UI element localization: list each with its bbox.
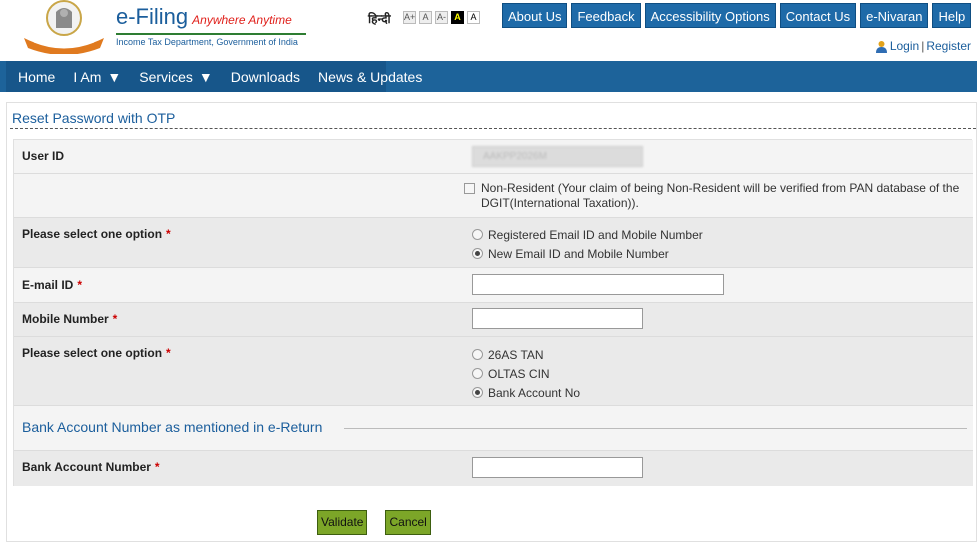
email-label-text: E-mail ID	[22, 278, 74, 292]
mobile-label-text: Mobile Number	[22, 312, 109, 326]
user-id-label: User ID	[22, 149, 65, 163]
page-title: Reset Password with OTP	[12, 110, 176, 126]
bank-section-divider	[344, 428, 967, 429]
required-marker: *	[112, 312, 118, 326]
nav-news-updates-label: News & Updates	[318, 68, 423, 85]
bank-section-row: Bank Account Number as mentioned in e-Re…	[14, 406, 973, 451]
help-link[interactable]: Help	[932, 3, 972, 28]
oltas-cin-label: OLTAS CIN	[488, 366, 550, 381]
bank-account-option-label: Bank Account No	[488, 385, 581, 400]
validation-option-label: Please select one option *	[22, 346, 171, 360]
required-marker: *	[166, 346, 171, 360]
email-label: E-mail ID *	[22, 278, 82, 292]
login-register-area: Login | Register	[875, 39, 971, 53]
oltas-cin-radio[interactable]	[472, 368, 483, 379]
main-navigation-menu: Home I Am ▼ Services ▼ Downloads News & Up…	[6, 61, 422, 92]
tan-radio[interactable]	[472, 349, 483, 360]
nav-home-label: Home	[18, 68, 56, 85]
user-id-field: AAKPP2026M	[472, 146, 643, 167]
required-marker: *	[77, 278, 83, 292]
high-contrast-button[interactable]: A	[451, 11, 464, 24]
user-icon	[875, 40, 887, 53]
brand-tagline: Anywhere Anytime	[192, 13, 292, 27]
about-us-link[interactable]: About Us	[502, 3, 568, 28]
accessibility-options-link[interactable]: Accessibility Options	[644, 3, 776, 28]
email-row: E-mail ID *	[14, 268, 973, 303]
validation-option-label-text: Please select one option	[22, 346, 163, 360]
main-navigation-bar: Home I Am ▼ Services ▼ Downloads News & Up…	[0, 61, 977, 92]
normal-contrast-button[interactable]: A	[467, 11, 480, 24]
form-actions: Validate Cancel	[317, 510, 431, 535]
mobile-row: Mobile Number *	[14, 303, 973, 337]
reset-password-form: User ID AAKPP2026M Non-Resident (Your cl…	[13, 139, 973, 486]
font-normal-button[interactable]: A	[419, 11, 432, 24]
feedback-link[interactable]: Feedback	[571, 3, 641, 28]
non-resident-option[interactable]: Non-Resident (Your claim of being Non-Re…	[464, 181, 964, 211]
title-divider	[10, 128, 976, 129]
nav-downloads-label: Downloads	[230, 68, 301, 85]
bank-account-option[interactable]: Bank Account No	[472, 383, 580, 402]
brand-title: e-Filing	[116, 4, 189, 29]
nav-home[interactable]: Home	[6, 69, 61, 85]
chevron-down-icon: ▼	[107, 68, 122, 85]
non-resident-text: Non-Resident (Your claim of being Non-Re…	[481, 181, 960, 210]
main-content: Reset Password with OTP User ID AAKPP202…	[6, 102, 977, 542]
bank-account-radio[interactable]	[472, 387, 483, 398]
top-links: About Us Feedback Accessibility Options …	[502, 3, 972, 28]
validation-option-row: Please select one option * 26AS TAN OLTAS…	[14, 337, 973, 406]
bank-account-label-text: Bank Account Number	[22, 460, 151, 474]
nav-i-am-label: I Am	[73, 68, 102, 85]
nav-services-label: Services	[139, 68, 193, 85]
required-marker: *	[166, 227, 171, 241]
tan-option[interactable]: 26AS TAN	[472, 345, 580, 364]
contact-us-link[interactable]: Contact Us	[779, 3, 857, 28]
nav-i-am[interactable]: I Am ▼	[61, 69, 127, 85]
oltas-cin-option[interactable]: OLTAS CIN	[472, 364, 580, 383]
registered-email-mobile-radio[interactable]	[472, 229, 483, 240]
email-input[interactable]	[472, 274, 724, 295]
contact-option-row: Please select one option * Registered Ema…	[14, 218, 973, 268]
brand-divider	[116, 33, 306, 35]
bank-section-heading: Bank Account Number as mentioned in e-Re…	[22, 419, 323, 435]
registered-email-mobile-label: Registered Email ID and Mobile Number	[488, 227, 703, 242]
chevron-down-icon: ▼	[198, 68, 213, 85]
register-link[interactable]: Register	[926, 39, 971, 53]
login-separator: |	[921, 39, 925, 53]
new-email-mobile-option[interactable]: New Email ID and Mobile Number	[472, 244, 703, 263]
e-nivaran-link[interactable]: e-Nivaran	[860, 3, 929, 28]
mobile-label: Mobile Number *	[22, 312, 117, 326]
nav-services[interactable]: Services ▼	[127, 69, 219, 85]
hindi-language-link[interactable]: हिन्दी	[368, 10, 391, 27]
non-resident-row: Non-Resident (Your claim of being Non-Re…	[14, 174, 973, 218]
nav-downloads[interactable]: Downloads	[219, 69, 306, 85]
cancel-button[interactable]: Cancel	[385, 510, 431, 535]
bank-account-row: Bank Account Number *	[14, 451, 973, 486]
new-email-mobile-label: New Email ID and Mobile Number	[488, 246, 669, 261]
mobile-number-input[interactable]	[472, 308, 643, 329]
non-resident-checkbox[interactable]	[464, 183, 475, 194]
font-increase-button[interactable]: A+	[403, 11, 416, 24]
bank-account-number-input[interactable]	[472, 457, 643, 478]
nav-news-updates[interactable]: News & Updates	[306, 69, 428, 85]
new-email-mobile-radio[interactable]	[472, 248, 483, 259]
font-decrease-button[interactable]: A-	[435, 11, 448, 24]
login-link[interactable]: Login	[890, 39, 919, 53]
font-size-controls: A+ A A- A A	[403, 11, 480, 24]
tan-label: 26AS TAN	[488, 347, 544, 362]
contact-option-label-text: Please select one option	[22, 227, 163, 241]
validate-button[interactable]: Validate	[317, 510, 368, 535]
required-marker: *	[154, 460, 160, 474]
registered-email-mobile-option[interactable]: Registered Email ID and Mobile Number	[472, 225, 703, 244]
brand-block: e-Filing Anywhere Anytime Income Tax Depa…	[116, 4, 306, 47]
user-id-row: User ID AAKPP2026M	[14, 140, 973, 174]
contact-option-label: Please select one option *	[22, 227, 171, 241]
brand-subtitle: Income Tax Department, Government of Ind…	[116, 37, 298, 47]
income-tax-department-logo	[24, 0, 104, 54]
bank-account-label: Bank Account Number *	[22, 460, 160, 474]
site-header: e-Filing Anywhere Anytime Income Tax Depa…	[0, 0, 977, 60]
